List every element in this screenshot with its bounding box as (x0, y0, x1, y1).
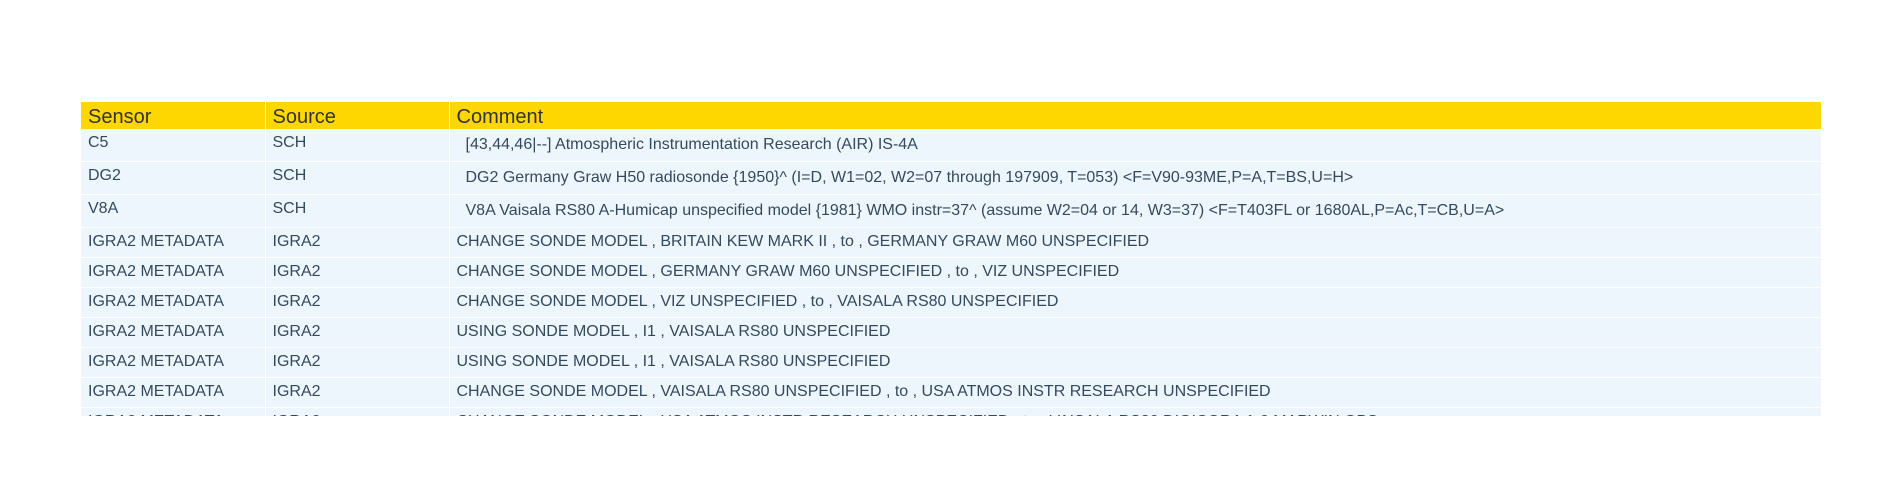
table-row: V8A SCH V8A Vaisala RS80 A-Humicap unspe… (81, 194, 1821, 228)
cell-comment: CHANGE SONDE MODEL , VAISALA RS80 UNSPEC… (449, 377, 1821, 408)
sensor-metadata-table: Sensor Source Comment C5 SCH [43,44,46|-… (81, 102, 1821, 416)
comment-text: [43,44,46|--] Atmospheric Instrumentatio… (465, 136, 918, 153)
cell-sensor: IGRA2 METADATA (81, 407, 266, 416)
cell-sensor: IGRA2 METADATA (81, 287, 266, 318)
cell-sensor: IGRA2 METADATA (81, 257, 266, 288)
table-row: IGRA2 METADATA IGRA2 CHANGE SONDE MODEL … (81, 257, 1821, 288)
table-row: IGRA2 METADATA IGRA2 CHANGE SONDE MODEL … (81, 287, 1821, 318)
sensor-metadata-table-container: Sensor Source Comment C5 SCH [43,44,46|-… (81, 102, 1821, 416)
cell-comment: USING SONDE MODEL , I1 , VAISALA RS80 UN… (449, 317, 1821, 348)
cell-comment: [43,44,46|--] Atmospheric Instrumentatio… (449, 129, 1821, 162)
cell-comment: CHANGE SONDE MODEL , VIZ UNSPECIFIED , t… (449, 287, 1821, 318)
cell-comment: CHANGE SONDE MODEL , BRITAIN KEW MARK II… (449, 227, 1821, 258)
column-header-sensor[interactable]: Sensor (81, 102, 266, 129)
cell-source: IGRA2 (265, 257, 450, 288)
table-row: IGRA2 METADATA IGRA2 CHANGE SONDE MODEL … (81, 377, 1821, 408)
table-row: C5 SCH [43,44,46|--] Atmospheric Instrum… (81, 129, 1821, 162)
cell-sensor: IGRA2 METADATA (81, 227, 266, 258)
cell-source: IGRA2 (265, 317, 450, 348)
column-header-comment[interactable]: Comment (449, 102, 1821, 129)
table-body: C5 SCH [43,44,46|--] Atmospheric Instrum… (81, 129, 1821, 416)
cell-sensor: IGRA2 METADATA (81, 347, 266, 378)
header-row: Sensor Source Comment (81, 102, 1821, 129)
cell-comment: DG2 Germany Graw H50 radiosonde {1950}^ … (449, 161, 1821, 195)
cell-source: IGRA2 (265, 407, 450, 416)
cell-sensor: DG2 (81, 161, 266, 195)
cell-source: IGRA2 (265, 347, 450, 378)
comment-text: V8A Vaisala RS80 A-Humicap unspecified m… (465, 202, 1505, 219)
cell-sensor: C5 (81, 129, 266, 162)
cell-sensor: IGRA2 METADATA (81, 317, 266, 348)
cell-source: SCH (265, 194, 450, 228)
cell-comment: CHANGE SONDE MODEL , USA ATMOS INSTR RES… (449, 407, 1821, 416)
cell-sensor: V8A (81, 194, 266, 228)
cell-sensor: IGRA2 METADATA (81, 377, 266, 408)
cell-comment: CHANGE SONDE MODEL , GERMANY GRAW M60 UN… (449, 257, 1821, 288)
table-row: IGRA2 METADATA IGRA2 USING SONDE MODEL ,… (81, 347, 1821, 378)
table-header: Sensor Source Comment (81, 102, 1821, 129)
table-row: IGRA2 METADATA IGRA2 CHANGE SONDE MODEL … (81, 407, 1821, 416)
table-row: DG2 SCH DG2 Germany Graw H50 radiosonde … (81, 161, 1821, 195)
cell-source: IGRA2 (265, 287, 450, 318)
column-header-source[interactable]: Source (265, 102, 450, 129)
table-row: IGRA2 METADATA IGRA2 USING SONDE MODEL ,… (81, 317, 1821, 348)
cell-source: IGRA2 (265, 227, 450, 258)
table-row: IGRA2 METADATA IGRA2 CHANGE SONDE MODEL … (81, 227, 1821, 258)
cell-comment: V8A Vaisala RS80 A-Humicap unspecified m… (449, 194, 1821, 228)
comment-text: DG2 Germany Graw H50 radiosonde {1950}^ … (465, 169, 1354, 186)
cell-source: IGRA2 (265, 377, 450, 408)
cell-source: SCH (265, 129, 450, 162)
cell-comment: USING SONDE MODEL , I1 , VAISALA RS80 UN… (449, 347, 1821, 378)
cell-source: SCH (265, 161, 450, 195)
